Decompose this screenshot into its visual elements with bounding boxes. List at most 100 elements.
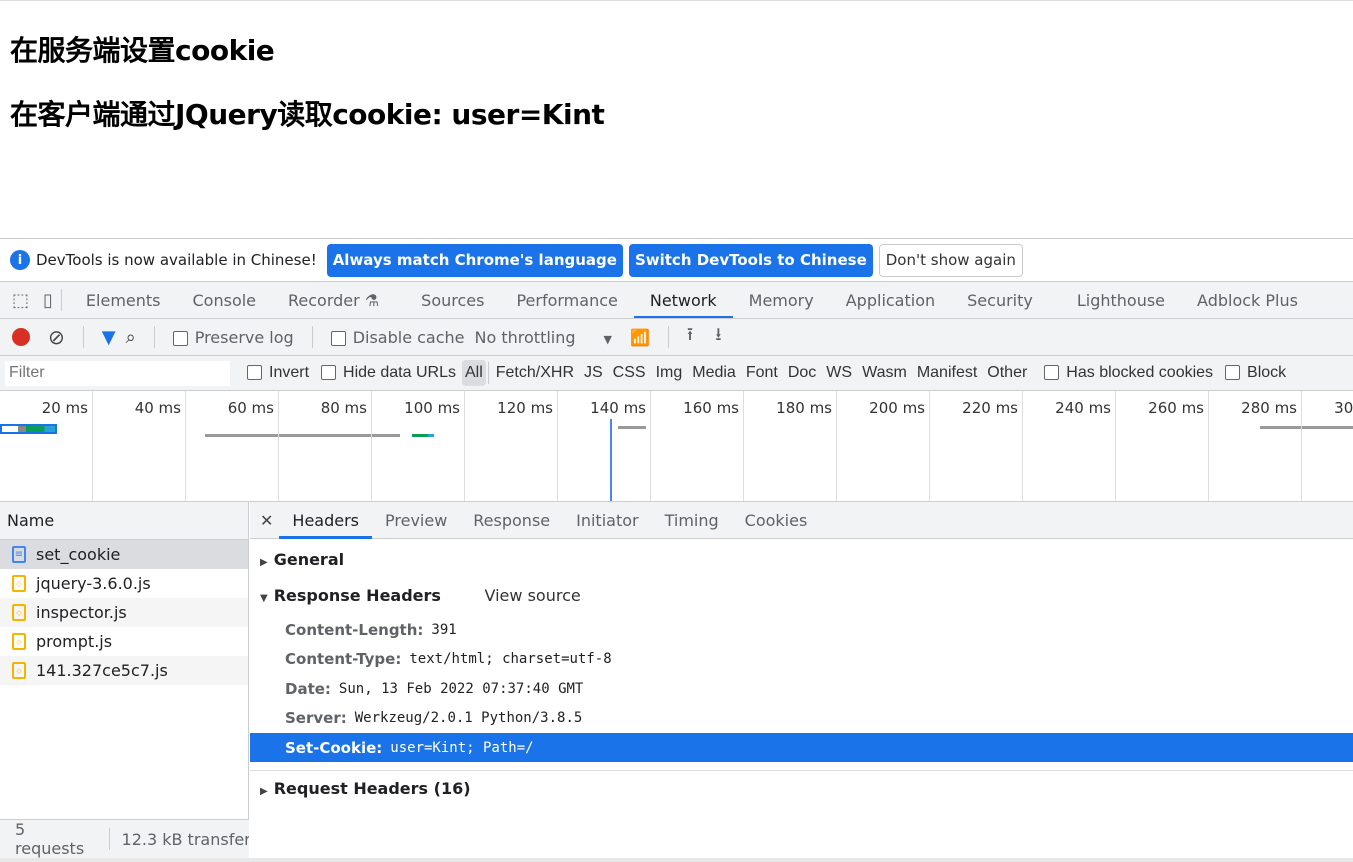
tab-timing[interactable]: Timing [652,502,732,539]
request-name: set_cookie [36,545,121,564]
filter-icon[interactable]: ▼ [102,327,116,348]
tab-network[interactable]: Network [633,282,733,318]
tab-sources[interactable]: Sources [405,282,500,318]
filter-all[interactable]: All [461,360,486,386]
device-toolbar-icon[interactable]: ▯ [43,290,53,311]
import-har-icon[interactable]: ⭱ [687,322,693,352]
close-icon[interactable]: ✕ [260,511,273,530]
filter-ws[interactable]: WS [821,364,857,382]
tab-lighthouse[interactable]: Lighthouse [1061,282,1181,318]
dropdown-arrow-icon: ▼ [603,332,612,346]
filter-doc[interactable]: Doc [783,364,821,382]
request-name: prompt.js [36,632,113,651]
filter-media[interactable]: Media [687,364,741,382]
response-headers-section[interactable]: ▼ Response Headers View source [260,586,581,605]
invert-label: Invert [269,364,310,381]
request-row[interactable]: ◇ jquery-3.6.0.js [0,569,248,598]
filter-input[interactable] [5,360,230,386]
view-source-link[interactable]: View source [485,586,581,605]
waterfall-bar [428,434,434,437]
filter-wasm[interactable]: Wasm [857,364,912,382]
response-header-row[interactable]: Content-Length: 391 [250,615,1353,644]
tab-elements[interactable]: Elements [70,282,177,318]
tab-performance[interactable]: Performance [500,282,633,318]
response-header-row[interactable]: Set-Cookie: user=Kint; Path=/ [250,733,1353,762]
header-name: Set-Cookie: [285,738,383,757]
filter-other[interactable]: Other [982,364,1032,382]
filter-manifest[interactable]: Manifest [912,364,982,382]
clear-icon[interactable]: ⊘ [48,325,65,349]
tab-recorder-label: Recorder [288,290,360,310]
request-row[interactable]: ◇ prompt.js [0,627,248,656]
invert-checkbox[interactable]: Invert [247,364,309,382]
tab-headers[interactable]: Headers [279,502,372,539]
blocked-requests-checkbox[interactable]: Block [1225,364,1286,382]
network-conditions-icon[interactable]: 📶 [630,328,650,347]
header-value: Sun, 13 Feb 2022 07:37:40 GMT [338,680,584,697]
transferred-size: 12.3 kB transferred [121,829,250,849]
search-icon[interactable]: ⌕ [126,327,136,348]
tab-cookies[interactable]: Cookies [732,502,821,539]
filter-img[interactable]: Img [651,364,688,382]
filter-css[interactable]: CSS [608,364,651,382]
timeline-tick-label: 80 ms [320,399,367,417]
response-header-row[interactable]: Date: Sun, 13 Feb 2022 07:37:40 GMT [250,674,1353,703]
filter-font[interactable]: Font [741,364,783,382]
disable-cache-checkbox[interactable]: Disable cache [330,328,465,347]
filter-js[interactable]: JS [579,364,608,382]
timeline-tick-label: 40 ms [134,399,181,417]
header-name: Date: [285,679,331,698]
tab-console[interactable]: Console [177,282,273,318]
tab-adblock-plus[interactable]: Adblock Plus [1181,282,1314,318]
timeline-tick-label: 220 ms [962,399,1018,417]
request-row[interactable]: ◇ 141.327ce5c7.js [0,656,248,685]
network-timeline-overview[interactable]: 20 ms 40 ms 60 ms 80 ms 100 ms 120 ms 140 ms 16… [0,391,1353,502]
page-heading-1: 在服务端设置cookie [10,34,275,67]
export-har-icon[interactable]: ⭳ [715,322,721,352]
tab-application[interactable]: Application [830,282,951,318]
network-toolbar: ⊘ ▼ ⌕ Preserve log Disable cache No thro… [0,319,1353,356]
request-headers-section[interactable]: ▶ Request Headers (16) [260,779,471,798]
general-label: General [273,550,345,569]
tab-initiator[interactable]: Initiator [563,502,651,539]
request-row[interactable]: ≡ set_cookie [0,540,248,569]
waterfall-bar [618,426,646,429]
response-headers-label: Response Headers [273,586,441,605]
preserve-log-checkbox[interactable]: Preserve log [172,328,294,347]
header-name: Content-Type: [285,650,402,668]
name-column-header[interactable]: Name [0,502,248,540]
record-icon[interactable] [12,328,30,346]
response-header-row[interactable]: Server: Werkzeug/2.0.1 Python/3.8.5 [250,704,1353,733]
request-row[interactable]: ◇ inspector.js [0,598,248,627]
hide-data-urls-checkbox[interactable]: Hide data URLs [321,364,456,382]
response-header-row[interactable]: Content-Type: text/html; charset=utf-8 [250,645,1353,674]
waterfall-bar [412,434,428,437]
filter-bar: Invert Hide data URLs All Fetch/XHR JS C… [0,356,1353,391]
document-icon: ≡ [12,546,26,563]
tab-response[interactable]: Response [460,502,563,539]
timeline-tick-label: 180 ms [776,399,832,417]
tab-preview[interactable]: Preview [372,502,460,539]
always-match-language-button[interactable]: Always match Chrome's language [326,243,623,277]
dom-content-loaded-line [610,419,612,501]
inspect-element-icon[interactable]: ⬚ [12,290,29,311]
script-file-icon: ◇ [12,662,26,679]
timeline-tick-label: 60 ms [227,399,274,417]
timeline-tick-label: 140 ms [590,399,646,417]
tab-memory[interactable]: Memory [733,282,830,318]
timeline-tick-label: 280 ms [1241,399,1297,417]
tab-security[interactable]: Security [951,282,1049,318]
has-blocked-cookies-checkbox[interactable]: Has blocked cookies [1044,364,1213,382]
tab-recorder[interactable]: Recorder ⚗ [272,282,395,318]
throttling-select[interactable]: No throttling ▼ [475,328,612,347]
hide-data-urls-label: Hide data URLs [343,364,456,381]
request-name: inspector.js [36,603,127,622]
filter-fetch-xhr[interactable]: Fetch/XHR [491,364,579,382]
timeline-tick-label: 200 ms [869,399,925,417]
dont-show-again-button[interactable]: Don't show again [878,243,1023,277]
general-section[interactable]: ▶ General [260,550,344,569]
request-name: jquery-3.6.0.js [36,574,151,593]
script-file-icon: ◇ [12,575,26,592]
status-footer: 5 requests 12.3 kB transferred [0,819,249,858]
switch-to-chinese-button[interactable]: Switch DevTools to Chinese [628,243,873,277]
